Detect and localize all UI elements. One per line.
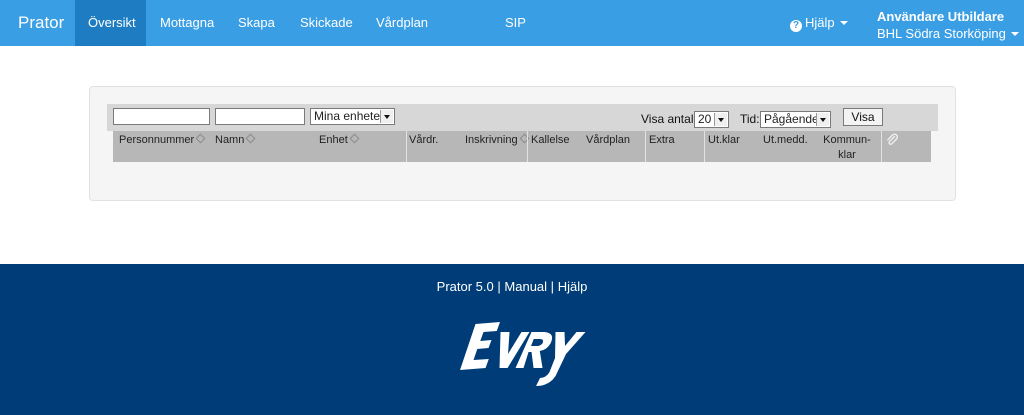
sort-icon bbox=[245, 133, 256, 144]
col-label: Extra bbox=[649, 134, 675, 146]
manual-link[interactable]: Manual bbox=[504, 279, 547, 294]
col-personnummer[interactable]: Personnummer bbox=[119, 131, 206, 162]
nav-skapa[interactable]: Skapa bbox=[238, 0, 275, 46]
dropdown-arrow-icon bbox=[380, 110, 393, 123]
tid-label: Tid: bbox=[740, 112, 760, 126]
col-label: Vårdr. bbox=[409, 134, 439, 146]
footer-separator: | bbox=[550, 279, 555, 294]
dropdown-arrow-icon bbox=[816, 113, 829, 126]
col-utklar: Ut.klar bbox=[708, 131, 740, 162]
visa-antal-select[interactable]: 20 bbox=[694, 111, 729, 128]
nav-sip[interactable]: SIP bbox=[505, 0, 526, 46]
col-kallelse: Kallelse bbox=[531, 131, 570, 162]
col-label: klar bbox=[838, 149, 856, 161]
name-input[interactable] bbox=[215, 108, 305, 125]
col-inskrivning[interactable]: Inskrivning bbox=[465, 131, 530, 162]
footer: Prator 5.0 | Manual | Hjälp bbox=[0, 264, 1024, 415]
help-label: Hjälp bbox=[805, 15, 835, 30]
col-label: Kommun- bbox=[823, 134, 871, 146]
nav-vardplan[interactable]: Vårdplan bbox=[376, 0, 428, 46]
personnummer-input[interactable] bbox=[113, 108, 210, 125]
caret-down-icon bbox=[1010, 32, 1019, 36]
col-label: Kallelse bbox=[531, 134, 570, 146]
footer-separator: | bbox=[497, 279, 501, 294]
visa-antal-label: Visa antal: bbox=[641, 112, 697, 126]
col-kommunklar: Kommun-klar bbox=[822, 131, 872, 162]
table-header: Personnummer Namn Enhet Vårdr. Inskrivni… bbox=[113, 131, 931, 162]
column-divider bbox=[406, 131, 407, 162]
nav-skickade[interactable]: Skickade bbox=[300, 0, 353, 46]
version-label: Prator 5.0 bbox=[436, 279, 494, 294]
unit-select-value: Mina enheter bbox=[314, 109, 385, 123]
help-link[interactable]: Hjälp bbox=[558, 279, 588, 294]
user-menu[interactable]: Användare Utbildare BHL Södra Storköping bbox=[877, 8, 1019, 42]
visa-button[interactable]: Visa bbox=[843, 108, 883, 126]
evry-logo bbox=[460, 322, 586, 386]
col-label: Ut.klar bbox=[708, 134, 740, 146]
col-vardplan: Vårdplan bbox=[586, 131, 630, 162]
user-name: Användare Utbildare bbox=[877, 9, 1005, 24]
sort-icon bbox=[349, 133, 360, 144]
sort-icon bbox=[195, 133, 206, 144]
nav-oversikt[interactable]: Översikt bbox=[75, 0, 146, 46]
footer-links: Prator 5.0 | Manual | Hjälp bbox=[0, 279, 1024, 294]
column-divider bbox=[881, 131, 882, 162]
question-icon: ? bbox=[790, 20, 802, 32]
column-divider bbox=[704, 131, 705, 162]
col-label: Namn bbox=[215, 134, 245, 146]
user-unit: BHL Södra Storköping bbox=[877, 26, 1006, 41]
col-enhet[interactable]: Enhet bbox=[319, 131, 360, 162]
column-divider bbox=[645, 131, 646, 162]
col-label: Enhet bbox=[319, 134, 348, 146]
col-extra: Extra bbox=[649, 131, 675, 162]
column-divider bbox=[527, 131, 528, 162]
tid-value: Pågående bbox=[764, 112, 819, 126]
col-label: Personnummer bbox=[119, 134, 195, 146]
tid-select[interactable]: Pågående bbox=[760, 111, 831, 128]
col-label: Vårdplan bbox=[586, 134, 631, 146]
col-namn[interactable]: Namn bbox=[215, 131, 256, 162]
help-menu[interactable]: ? Hjälp bbox=[790, 15, 848, 32]
dropdown-arrow-icon bbox=[714, 113, 727, 126]
col-label: Ut.medd. bbox=[763, 134, 808, 146]
nav-mottagna[interactable]: Mottagna bbox=[160, 0, 214, 46]
col-utmedd: Ut.medd. bbox=[763, 131, 808, 162]
col-label: Inskrivning bbox=[465, 134, 518, 146]
unit-select[interactable]: Mina enheter bbox=[310, 108, 395, 125]
caret-down-icon bbox=[839, 21, 848, 25]
col-vardr: Vårdr. bbox=[409, 131, 438, 162]
paperclip-icon bbox=[887, 133, 898, 145]
visa-antal-value: 20 bbox=[698, 112, 712, 126]
brand-logo[interactable]: Prator bbox=[18, 13, 64, 33]
top-navbar: Prator Översikt Mottagna Skapa Skickade … bbox=[0, 0, 1024, 46]
